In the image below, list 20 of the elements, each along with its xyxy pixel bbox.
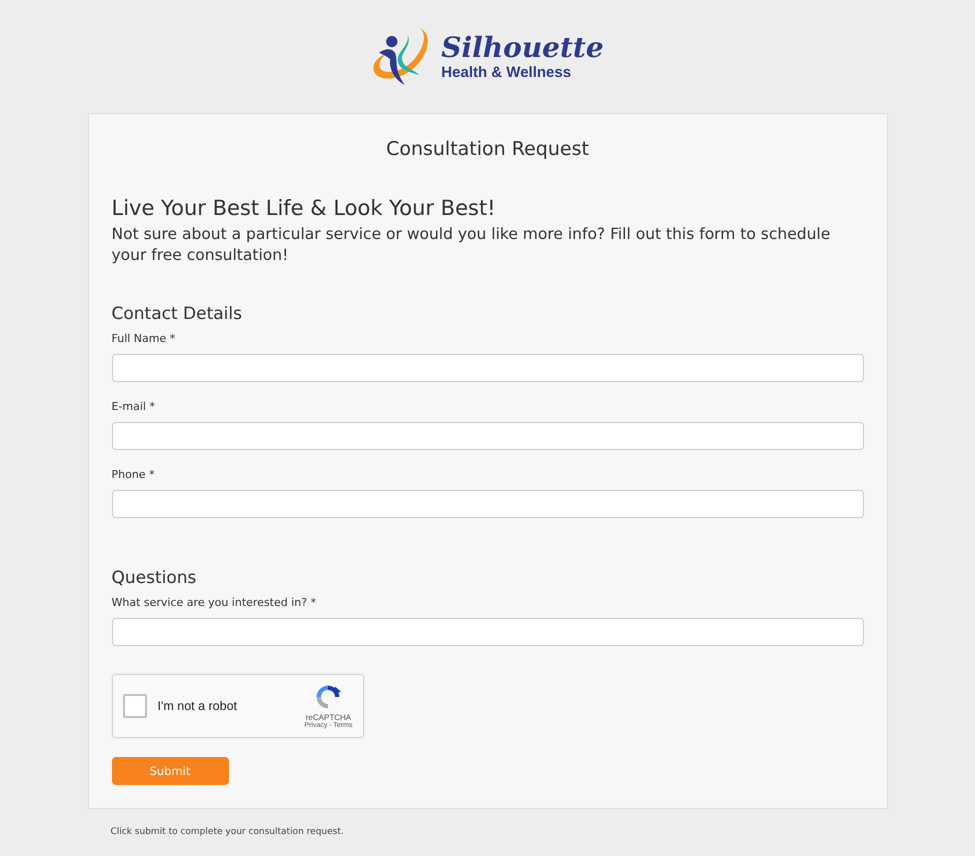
field-label: What service are you interested in? *	[112, 596, 318, 610]
form-title: Consultation Request	[385, 137, 590, 162]
section-heading: Questions	[112, 567, 198, 590]
checkbox-label: I'm not a robot	[158, 699, 238, 713]
input-field[interactable]	[112, 354, 864, 382]
input-field[interactable]	[112, 490, 864, 518]
section-heading: Contact Details	[112, 303, 243, 326]
field-label: E-mail *	[112, 400, 156, 414]
footer-note: Click submit to complete your consultation request.	[110, 827, 345, 837]
field-label: Full Name *	[112, 332, 176, 346]
intro-text: Not sure about a particular service or would you like more info? Fill out this form to schedule your free consultation!	[112, 224, 832, 266]
field-label: Phone *	[112, 468, 156, 482]
logo-tagline: Health & Wellness	[441, 64, 572, 80]
checkbox[interactable]	[122, 694, 146, 718]
form-headline: Live Your Best Life & Look Your Best!	[112, 195, 497, 222]
recaptcha-icon	[314, 683, 342, 711]
input-field[interactable]	[112, 618, 864, 646]
logo-name: Silhouette	[441, 32, 604, 64]
recaptcha-label: reCAPTCHA	[306, 713, 352, 722]
input-field[interactable]	[112, 422, 864, 450]
